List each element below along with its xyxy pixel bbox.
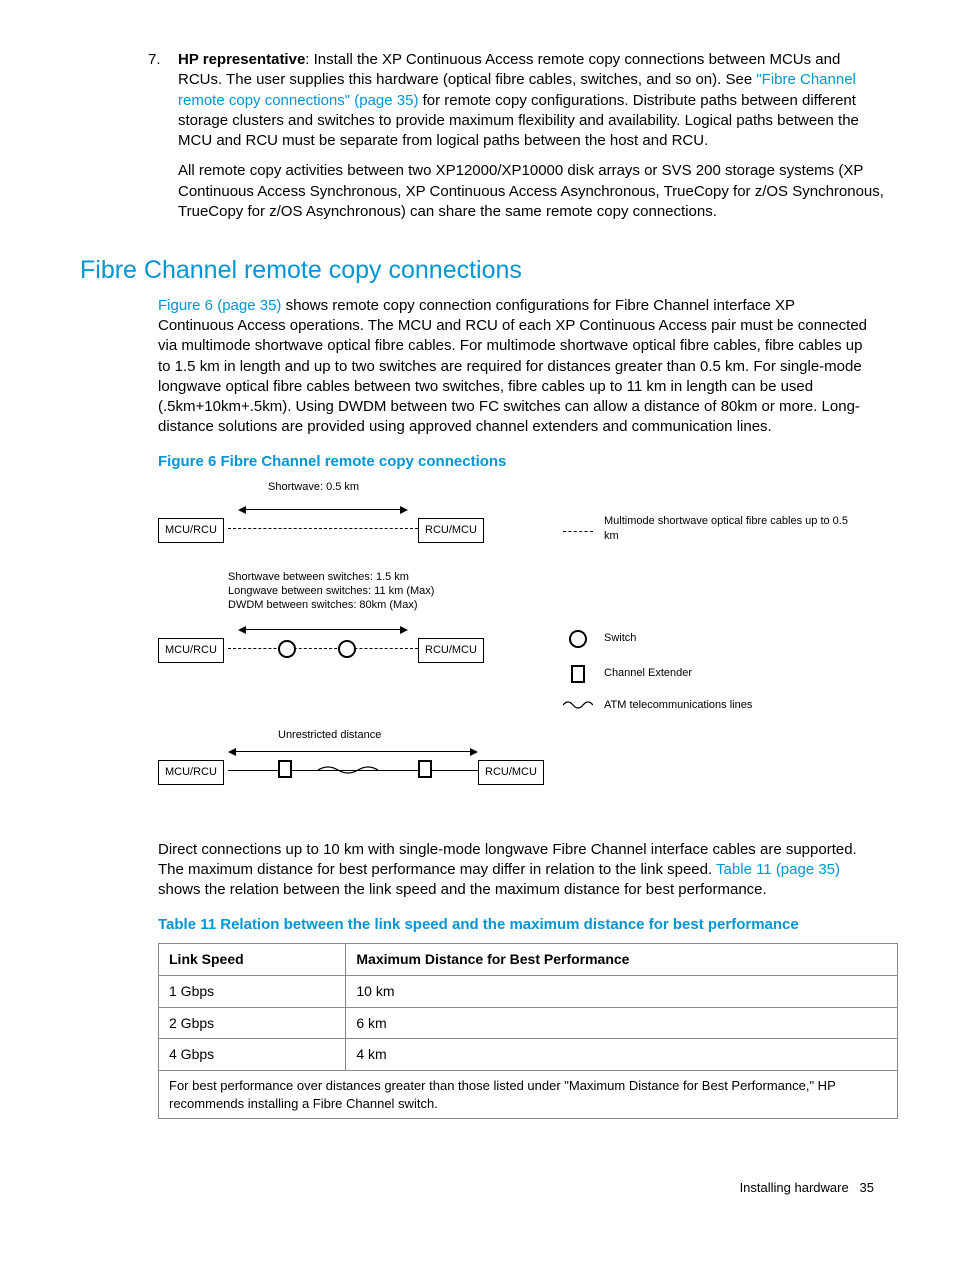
arrow-span-3: [228, 746, 478, 758]
wave-icon: [558, 699, 598, 711]
label-shortwave: Shortwave: 0.5 km: [268, 480, 359, 495]
figure-row-1: Shortwave: 0.5 km MCU/RCU RCU/MCU Multim…: [158, 480, 878, 570]
box-mcu-rcu-3: MCU/RCU: [158, 760, 224, 785]
box-mcu-rcu-2: MCU/RCU: [158, 638, 224, 663]
table-title: Table 11 Relation between the link speed…: [158, 915, 884, 935]
page-footer: Installing hardware 35: [80, 1179, 884, 1197]
table-link-speed: Link Speed Maximum Distance for Best Per…: [158, 943, 898, 1120]
square-icon: [571, 665, 585, 683]
label-between-2: Longwave between switches: 11 km (Max): [228, 584, 434, 599]
th-link-speed: Link Speed: [159, 943, 346, 975]
link-figure-6[interactable]: Figure 6 (page 35): [158, 297, 281, 314]
table-note-row: For best performance over distances grea…: [159, 1071, 898, 1119]
atm-wave-icon: [318, 764, 378, 776]
box-mcu-rcu: MCU/RCU: [158, 518, 224, 543]
figure-row-2: Shortwave between switches: 1.5 km Longw…: [158, 570, 878, 720]
list-label: HP representative: [178, 51, 305, 68]
list-number: 7.: [148, 50, 178, 232]
legend-switch: Switch: [558, 630, 636, 648]
list-paragraph-1: HP representative: Install the XP Contin…: [178, 50, 884, 151]
table-row: 1 Gbps 10 km: [159, 975, 898, 1007]
arrow-span-1: [238, 504, 408, 516]
paragraph-direct-connections: Direct connections up to 10 km with sing…: [158, 840, 874, 901]
box-rcu-mcu-2: RCU/MCU: [418, 638, 484, 663]
table-header-row: Link Speed Maximum Distance for Best Per…: [159, 943, 898, 975]
figure-title: Figure 6 Fibre Channel remote copy conne…: [158, 452, 884, 472]
section-body: Figure 6 (page 35) shows remote copy con…: [158, 296, 874, 438]
switch-node-2: [338, 640, 356, 658]
connection-dashed-1: [228, 528, 418, 529]
table-row: 2 Gbps 6 km: [159, 1007, 898, 1039]
figure-6-diagram: Shortwave: 0.5 km MCU/RCU RCU/MCU Multim…: [158, 480, 878, 820]
arrow-span-2: [238, 624, 408, 636]
box-rcu-mcu: RCU/MCU: [418, 518, 484, 543]
connection-dashed-2: [228, 648, 418, 649]
list-item-7: 7. HP representative: Install the XP Con…: [148, 50, 884, 232]
table-row: 4 Gbps 4 km: [159, 1039, 898, 1071]
dash-icon: [563, 531, 593, 532]
list-paragraph-2: All remote copy activities between two X…: [178, 161, 884, 222]
legend-atm: ATM telecommunications lines: [558, 698, 752, 713]
legend-multimode: Multimode shortwave optical fibre cables…: [558, 514, 854, 544]
label-unrestricted: Unrestricted distance: [278, 728, 381, 743]
label-between-1: Shortwave between switches: 1.5 km: [228, 570, 409, 585]
link-table-11[interactable]: Table 11 (page 35): [716, 861, 840, 878]
legend-extender: Channel Extender: [558, 665, 692, 683]
section-paragraph: Figure 6 (page 35) shows remote copy con…: [158, 296, 874, 438]
footer-page-number: 35: [860, 1180, 874, 1195]
extender-node-2: [418, 760, 432, 778]
label-between-3: DWDM between switches: 80km (Max): [228, 598, 418, 613]
figure-row-3: Unrestricted distance MCU/RCU RCU/MCU: [158, 720, 878, 820]
footer-section: Installing hardware: [740, 1180, 849, 1195]
switch-node-1: [278, 640, 296, 658]
list-body: HP representative: Install the XP Contin…: [178, 50, 884, 232]
box-rcu-mcu-3: RCU/MCU: [478, 760, 544, 785]
section-heading: Fibre Channel remote copy connections: [80, 254, 884, 288]
extender-node-1: [278, 760, 292, 778]
circle-icon: [569, 630, 587, 648]
th-max-distance: Maximum Distance for Best Performance: [346, 943, 898, 975]
